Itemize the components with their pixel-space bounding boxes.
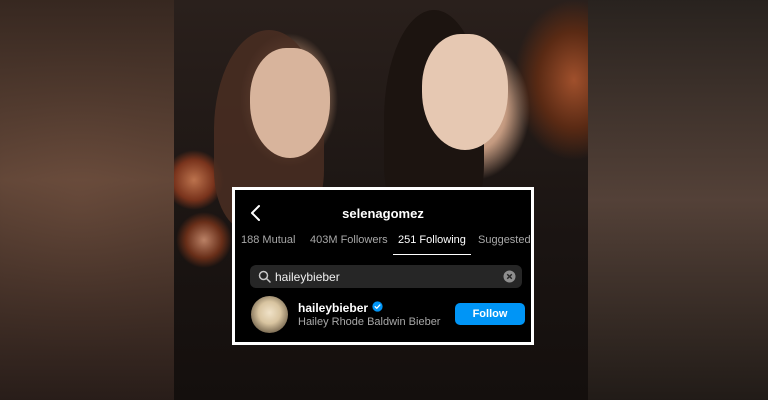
avatar[interactable]	[251, 296, 288, 333]
following-panel: selenagomez 188 Mutual 403M Followers 25…	[232, 187, 534, 345]
person-left-face	[250, 48, 330, 158]
tab-bar: 188 Mutual 403M Followers 251 Following …	[235, 234, 531, 260]
search-icon	[258, 270, 271, 283]
clear-icon[interactable]	[503, 270, 516, 283]
tab-followers[interactable]: 403M Followers	[310, 234, 388, 246]
tab-suggested[interactable]: Suggested	[478, 234, 531, 246]
person-right-face	[422, 34, 508, 150]
tab-following[interactable]: 251 Following	[398, 234, 466, 246]
blurred-background-right	[588, 0, 768, 400]
blurred-background-left	[0, 0, 174, 400]
search-bar	[250, 265, 522, 288]
result-username[interactable]: haileybieber	[298, 301, 368, 315]
active-tab-indicator	[393, 254, 471, 255]
profile-username: selenagomez	[342, 206, 424, 221]
result-full-name: Hailey Rhode Baldwin Bieber	[298, 316, 441, 328]
follow-button[interactable]: Follow	[455, 303, 525, 325]
search-input[interactable]	[275, 268, 495, 285]
search-result-row[interactable]: haileybieber Hailey Rhode Baldwin Bieber…	[251, 296, 525, 334]
tab-mutual[interactable]: 188 Mutual	[241, 234, 295, 246]
verified-badge-icon	[372, 301, 383, 312]
